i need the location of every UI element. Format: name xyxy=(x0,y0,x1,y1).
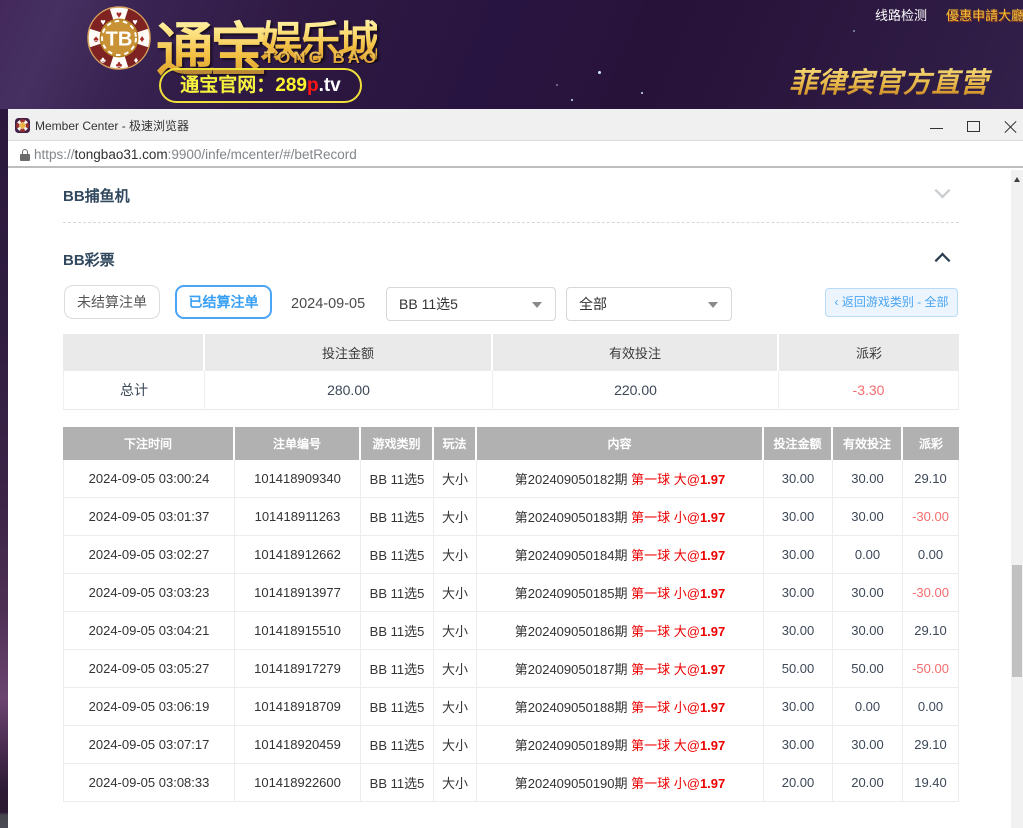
svg-text:♠: ♠ xyxy=(93,34,99,45)
svg-text:♣: ♣ xyxy=(116,60,123,70)
svg-text:♣: ♣ xyxy=(100,55,106,65)
svg-text:♦: ♦ xyxy=(134,55,139,65)
svg-text:TB: TB xyxy=(106,29,133,51)
svg-text:♦: ♦ xyxy=(139,34,144,45)
